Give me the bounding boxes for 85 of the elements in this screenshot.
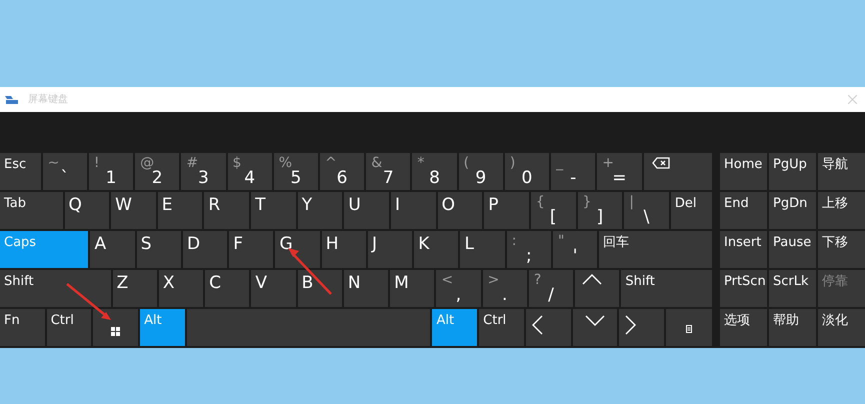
arrow-key[interactable] <box>619 309 664 346</box>
key[interactable]: O <box>438 192 482 229</box>
key[interactable]: % 5 <box>274 153 318 190</box>
key[interactable]: R <box>204 192 250 229</box>
key[interactable]: * 8 <box>412 153 457 190</box>
key[interactable]: # 3 <box>181 153 226 190</box>
key[interactable]: U <box>344 192 389 229</box>
windows-logo-icon <box>111 327 120 336</box>
key[interactable]: H <box>322 231 366 268</box>
key[interactable]: N <box>344 270 388 307</box>
arrow-key[interactable] <box>575 270 620 307</box>
chevron-down-icon <box>584 315 605 326</box>
key[interactable]: P <box>484 192 529 229</box>
key[interactable]: Shift <box>621 270 712 307</box>
key[interactable]: Q <box>64 192 110 229</box>
key[interactable]: " ' <box>552 231 598 268</box>
chevron-up-icon <box>582 274 602 285</box>
key[interactable]: I <box>390 192 436 229</box>
key[interactable]: A <box>90 231 135 268</box>
key[interactable]: Tab <box>0 192 62 229</box>
key[interactable]: ? / <box>528 270 574 307</box>
key[interactable]: > . <box>482 270 527 307</box>
key[interactable]: PgUp <box>769 153 816 190</box>
key[interactable]: 帮助 <box>769 309 816 346</box>
key[interactable]: 下移 <box>818 231 865 268</box>
key[interactable]: Ctrl <box>479 309 524 346</box>
key[interactable]: ( 9 <box>458 153 503 190</box>
key[interactable]: 导航 <box>818 153 865 190</box>
key[interactable]: D <box>182 231 228 268</box>
key[interactable]: Y <box>298 192 342 229</box>
key[interactable]: _ - <box>551 153 596 190</box>
key[interactable]: { [ <box>530 192 576 229</box>
key[interactable]: PrtScn <box>720 270 767 307</box>
key[interactable]: 回车 <box>599 231 712 268</box>
key[interactable]: $ 4 <box>228 153 272 190</box>
key[interactable]: | \ <box>624 192 669 229</box>
key[interactable]: V <box>251 270 296 307</box>
key[interactable]: F <box>229 231 274 268</box>
backspace-icon <box>652 157 670 169</box>
backspace-key[interactable] <box>644 153 712 190</box>
arrow-annotation <box>288 248 332 295</box>
chevron-right-icon <box>625 315 636 335</box>
key[interactable]: ~ ` <box>42 153 87 190</box>
key[interactable]: + = <box>597 153 642 190</box>
key[interactable]: ^ 6 <box>320 153 364 190</box>
key[interactable]: 选项 <box>720 309 767 346</box>
key[interactable]: Home <box>720 153 767 190</box>
key[interactable]: Z <box>112 270 157 307</box>
windows-key[interactable] <box>93 309 138 346</box>
key[interactable]: Insert <box>720 231 767 268</box>
key[interactable]: C <box>205 270 250 307</box>
key[interactable]: Del <box>670 192 712 229</box>
key[interactable]: X <box>158 270 204 307</box>
key[interactable]: Pause <box>769 231 816 268</box>
key[interactable]: ! 1 <box>88 153 134 190</box>
key[interactable]: B <box>298 270 342 307</box>
key[interactable]: ScrLk <box>769 270 816 307</box>
keyboard-app-icon <box>4 94 20 106</box>
key[interactable]: J <box>368 231 412 268</box>
key[interactable]: @ 2 <box>135 153 180 190</box>
key[interactable]: Esc <box>0 153 41 190</box>
key[interactable]: : ; <box>506 231 551 268</box>
key[interactable]: End <box>720 192 767 229</box>
arrow-key[interactable] <box>572 309 618 346</box>
key[interactable]: G <box>275 231 320 268</box>
chevron-left-icon <box>532 315 543 335</box>
menu-key-icon <box>686 325 692 333</box>
key[interactable]: Shift <box>0 270 111 307</box>
key[interactable]: PgDn <box>769 192 816 229</box>
key[interactable]: 上移 <box>818 192 865 229</box>
key[interactable]: K <box>414 231 458 268</box>
key[interactable]: Ctrl <box>46 309 92 346</box>
key[interactable]: & 7 <box>366 153 410 190</box>
key[interactable]: S <box>136 231 181 268</box>
key[interactable]: } ] <box>578 192 622 229</box>
key[interactable]: M <box>390 270 434 307</box>
arrow-key[interactable] <box>526 309 571 346</box>
key[interactable]: ) 0 <box>504 153 550 190</box>
key[interactable]: W <box>111 192 156 229</box>
key[interactable]: < , <box>436 270 481 307</box>
key[interactable]: T <box>251 192 296 229</box>
key[interactable]: Fn <box>0 309 45 346</box>
key[interactable]: E <box>158 192 202 229</box>
key[interactable]: 淡化 <box>818 309 865 346</box>
key[interactable]: L <box>460 231 505 268</box>
